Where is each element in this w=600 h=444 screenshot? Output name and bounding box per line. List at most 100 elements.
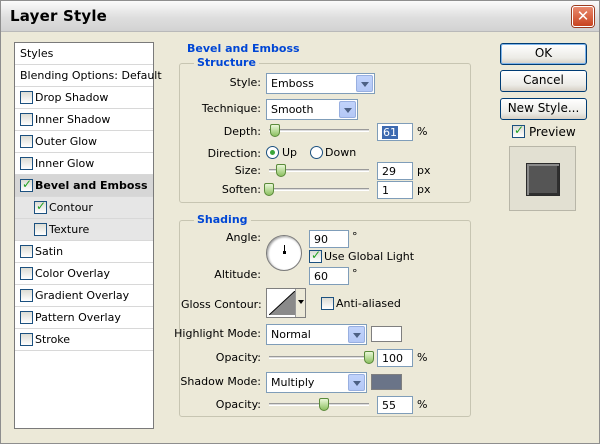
close-icon[interactable]: ✕ [572,6,594,27]
style-select[interactable]: Emboss [266,73,375,94]
chevron-down-icon[interactable] [348,374,365,391]
checkmark-icon: ✓ [311,248,322,262]
direction-down-label[interactable]: Down [325,146,356,159]
shadow-opacity-label: Opacity: [215,398,261,411]
angle-input[interactable]: 90 [309,230,349,248]
style-value: Emboss [271,77,314,90]
direction-down-radio[interactable] [310,146,323,159]
style-item[interactable]: Blending Options: Default [15,65,162,87]
style-item[interactable]: Gradient Overlay [15,285,153,307]
style-item[interactable]: Color Overlay [15,263,153,285]
style-item-label: Texture [49,223,90,236]
chevron-down-icon[interactable] [348,326,365,343]
style-item-checkbox[interactable] [34,223,47,236]
preview-label[interactable]: Preview [529,125,576,139]
direction-up-label[interactable]: Up [282,146,297,159]
style-item-checkbox[interactable] [20,333,33,346]
highlight-mode-value: Normal [271,328,311,341]
ok-button[interactable]: OK [500,43,587,65]
highlight-opacity-slider[interactable] [269,351,374,364]
new-style-button[interactable]: New Style... [500,98,587,120]
size-slider-thumb[interactable] [275,164,286,177]
altitude-unit: ° [352,267,358,280]
technique-label: Technique: [201,102,261,115]
style-item[interactable]: Texture [15,219,153,241]
size-slider[interactable] [269,164,369,177]
shadow-opacity-unit: % [417,398,428,411]
title-bar: Layer Style ✕ [1,1,599,32]
angle-dial-center [283,251,286,254]
soften-slider[interactable] [264,183,369,196]
style-item-checkbox[interactable] [20,245,33,258]
depth-slider-thumb[interactable] [270,124,281,137]
highlight-opacity-input[interactable]: 100 [377,349,413,367]
style-item[interactable]: ✓ Bevel and Emboss [15,175,153,197]
preview-checkbox[interactable]: ✓ [512,123,525,138]
soften-input[interactable]: 1 [377,181,413,199]
chevron-down-icon[interactable] [339,101,356,118]
highlight-mode-select[interactable]: Normal [266,324,367,345]
style-label: Style: [229,76,261,89]
styles-list-header[interactable]: Styles [15,43,153,65]
shadow-mode-select[interactable]: Multiply [266,372,367,393]
style-item-checkbox[interactable] [20,113,33,126]
highlight-color-swatch[interactable] [371,326,402,342]
technique-select[interactable]: Smooth [266,99,358,120]
style-item[interactable]: Pattern Overlay [15,307,153,329]
gloss-contour-label: Gloss Contour: [181,298,262,311]
shadow-opacity-input[interactable]: 55 [377,396,413,414]
shadow-opacity-slider[interactable] [269,398,369,411]
highlight-opacity-thumb[interactable] [364,351,374,364]
style-item[interactable]: Stroke [15,329,153,351]
depth-input[interactable]: 61 [377,123,413,141]
style-item-checkbox[interactable]: ✓ [20,177,33,192]
chevron-down-icon[interactable] [295,289,305,317]
depth-slider[interactable] [269,124,369,137]
style-item[interactable]: Drop Shadow [15,87,153,109]
structure-title: Structure [194,56,259,69]
style-item-label: Inner Shadow [35,113,111,126]
style-item-label: Stroke [35,333,71,346]
anti-aliased-label[interactable]: Anti-aliased [336,297,401,310]
soften-unit: px [417,183,431,196]
style-item-checkbox[interactable]: ✓ [34,199,47,214]
angle-dial-icon[interactable] [266,235,302,271]
style-item-checkbox[interactable] [20,157,33,170]
style-item-label: Satin [35,245,64,258]
style-item[interactable]: Satin [15,241,153,263]
use-global-light-checkbox[interactable]: ✓ [309,248,322,263]
highlight-opacity-unit: % [417,351,428,364]
preview-swatch [526,163,560,196]
direction-up-radio[interactable] [266,146,279,159]
style-item-label: Drop Shadow [35,91,109,104]
checkmark-icon: ✓ [514,123,525,137]
chevron-down-icon[interactable] [356,75,373,92]
altitude-input[interactable]: 60 [309,267,349,285]
anti-aliased-checkbox[interactable] [321,297,334,310]
depth-value: 61 [382,126,398,139]
cancel-button[interactable]: Cancel [500,70,587,92]
style-item-label: Pattern Overlay [35,311,121,324]
shadow-color-swatch[interactable] [371,374,402,390]
shading-title: Shading [194,213,251,226]
size-input[interactable]: 29 [377,162,413,180]
shadow-opacity-thumb[interactable] [319,398,329,411]
soften-slider-thumb[interactable] [264,183,274,196]
size-value: 29 [382,165,396,178]
style-item-checkbox[interactable] [20,267,33,280]
style-item-checkbox[interactable] [20,289,33,302]
style-item[interactable]: Inner Glow [15,153,153,175]
style-item[interactable]: Inner Shadow [15,109,153,131]
style-item-checkbox[interactable] [20,135,33,148]
style-item[interactable]: Outer Glow [15,131,153,153]
use-global-light-label[interactable]: Use Global Light [324,250,414,263]
style-item-label: Color Overlay [35,267,110,280]
style-item-checkbox[interactable] [20,91,33,104]
highlight-mode-label: Highlight Mode: [174,327,261,340]
angle-unit: ° [352,230,358,243]
style-item[interactable]: ✓ Contour [15,197,153,219]
highlight-opacity-track [269,356,369,359]
gloss-contour-picker[interactable] [266,288,306,318]
style-item-checkbox[interactable] [20,311,33,324]
preview-thumbnail [509,146,576,211]
